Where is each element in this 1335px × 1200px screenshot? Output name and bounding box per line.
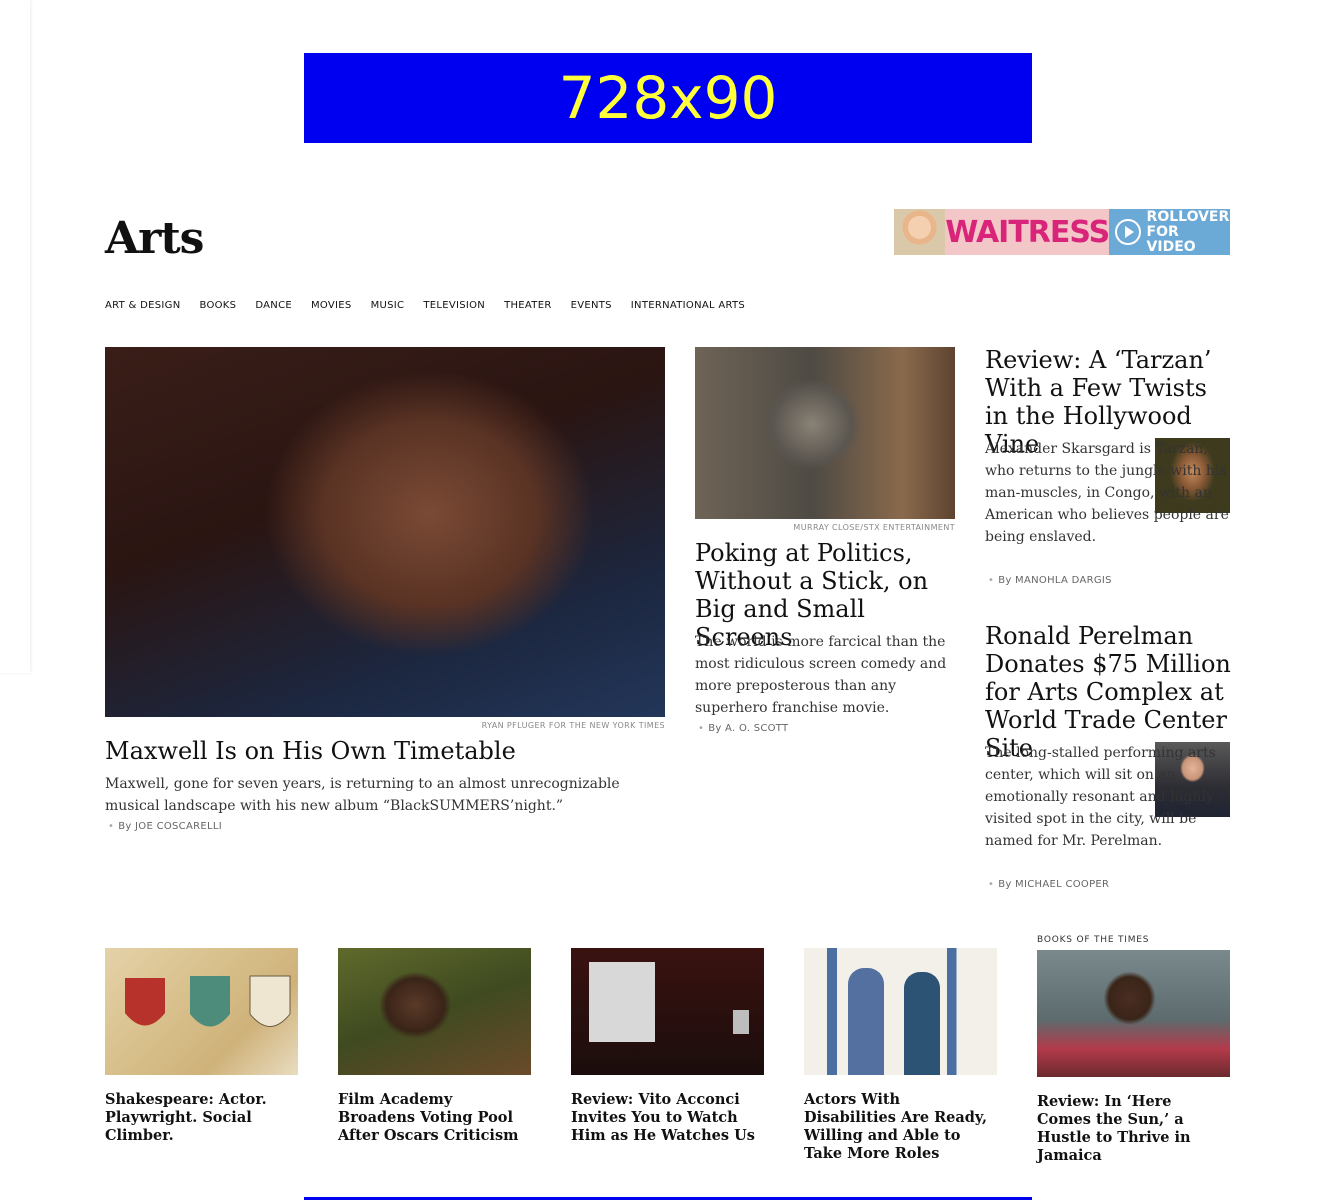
bottom-story-2-headline[interactable]: Film Academy Broadens Voting Pool After …: [338, 1091, 531, 1145]
second-story-image[interactable]: [695, 347, 955, 519]
nav-music[interactable]: MUSIC: [371, 300, 405, 311]
right-story-1-byline-text[interactable]: By MANOHLA DARGIS: [998, 575, 1112, 586]
byline-dot: •: [988, 575, 995, 586]
nav-international-arts[interactable]: INTERNATIONAL ARTS: [631, 300, 745, 311]
bottom-story-4-headline[interactable]: Actors With Disabilities Are Ready, Will…: [804, 1091, 997, 1163]
right-story-2-byline-text[interactable]: By MICHAEL COOPER: [998, 879, 1109, 890]
lead-headline[interactable]: Maxwell Is on His Own Timetable: [105, 736, 665, 766]
byline-dot: •: [698, 723, 705, 734]
video-screen: [589, 962, 655, 1042]
nav-theater[interactable]: THEATER: [504, 300, 552, 311]
right-story-1-byline: • By MANOHLA DARGIS: [988, 575, 1112, 586]
bottom-story-1-headline[interactable]: Shakespeare: Actor. Playwright. Social C…: [105, 1091, 298, 1145]
promo-ad[interactable]: WAITRESS ROLLOVER FOR VIDEO: [894, 209, 1230, 255]
cta-line-1: ROLLOVER: [1146, 208, 1230, 225]
bottom-story-4-image[interactable]: [804, 948, 997, 1075]
nav-art-design[interactable]: ART & DESIGN: [105, 300, 180, 311]
bottom-story-1-image[interactable]: [105, 948, 298, 1075]
second-byline: • By A. O. SCOTT: [698, 723, 788, 734]
bottom-story-3-image[interactable]: [571, 948, 764, 1075]
right-story-1-summary: Alexander Skarsgard is Tarzan, who retur…: [985, 441, 1229, 545]
nav-television[interactable]: TELEVISION: [423, 300, 485, 311]
second-image-credit: MURRAY CLOSE/STX ENTERTAINMENT: [793, 523, 955, 532]
person-right: [904, 972, 940, 1075]
promo-cta-text: ROLLOVER FOR VIDEO: [1146, 208, 1230, 255]
bottom-story-3-headline[interactable]: Review: Vito Acconci Invites You to Watc…: [571, 1091, 764, 1145]
lead-byline-text[interactable]: By JOE COSCARELLI: [118, 821, 222, 832]
right-story-2-summary: The long-stalled performing arts center,…: [985, 745, 1216, 849]
promo-word: WAITRESS: [945, 209, 1110, 255]
bottom-story-2-image[interactable]: [338, 948, 531, 1075]
section-title[interactable]: Arts: [105, 213, 204, 264]
byline-dot: •: [108, 821, 115, 832]
lead-summary: Maxwell, gone for seven years, is return…: [105, 776, 620, 814]
small-monitor: [733, 1010, 749, 1034]
nav-events[interactable]: EVENTS: [571, 300, 612, 311]
lead-byline: • By JOE COSCARELLI: [108, 821, 222, 832]
left-rail: [0, 0, 30, 673]
section-nav: ART & DESIGN BOOKS DANCE MOVIES MUSIC TE…: [105, 300, 745, 311]
bottom-story-5-headline[interactable]: Review: In ‘Here Comes the Sun,’ a Hustl…: [1037, 1093, 1230, 1165]
lead-story-image[interactable]: [105, 347, 665, 717]
bottom-story-5-image[interactable]: [1037, 950, 1230, 1077]
promo-cta[interactable]: ROLLOVER FOR VIDEO: [1109, 209, 1230, 255]
cta-line-2: FOR VIDEO: [1146, 223, 1196, 255]
nav-movies[interactable]: MOVIES: [311, 300, 352, 311]
right-story-2-byline: • By MICHAEL COOPER: [988, 879, 1109, 890]
heraldic-shields: [125, 975, 291, 1027]
ad-size-label: 728x90: [558, 64, 778, 132]
second-byline-text[interactable]: By A. O. SCOTT: [708, 723, 788, 734]
byline-dot: •: [988, 879, 995, 890]
nav-dance[interactable]: DANCE: [255, 300, 292, 311]
second-summary: The world is more farcical than the most…: [695, 634, 947, 716]
promo-face-image: [894, 209, 946, 255]
top-banner-ad[interactable]: 728x90: [304, 53, 1032, 143]
play-icon: [1115, 219, 1141, 245]
lead-image-credit: RYAN PFLUGER FOR THE NEW YORK TIMES: [481, 721, 665, 730]
bottom-story-5-kicker[interactable]: BOOKS OF THE TIMES: [1037, 935, 1149, 945]
nav-books[interactable]: BOOKS: [199, 300, 236, 311]
person-left: [848, 968, 884, 1075]
right-story-2-headline[interactable]: Ronald Perelman Donates $75 Million for …: [985, 622, 1233, 762]
